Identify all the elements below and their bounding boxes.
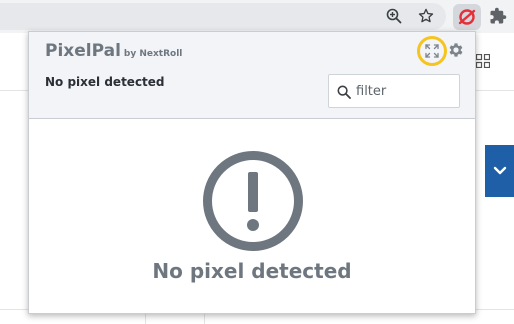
search-icon — [337, 84, 351, 103]
expand-button[interactable] — [417, 36, 447, 66]
expand-icon — [425, 44, 439, 58]
dropdown-button[interactable] — [485, 145, 514, 197]
settings-button[interactable] — [446, 40, 466, 60]
filter-input[interactable] — [356, 81, 454, 101]
address-bar[interactable] — [0, 3, 446, 30]
chevron-down-icon — [493, 166, 506, 175]
popup-header: PixelPal by NextRoll No pixel detected — [29, 32, 475, 119]
grid-icon[interactable] — [475, 53, 491, 72]
star-icon[interactable] — [415, 5, 437, 27]
brand: PixelPal by NextRoll — [45, 41, 182, 61]
filter-field[interactable] — [328, 74, 460, 108]
pixelpal-extension-icon[interactable] — [453, 4, 481, 30]
exclamation-circle-icon — [201, 149, 305, 257]
empty-state: No pixel detected — [29, 119, 475, 313]
brand-byline: by NextRoll — [123, 49, 183, 59]
browser-toolbar — [0, 0, 514, 33]
pixelpal-popup: PixelPal by NextRoll No pixel detected f… — [28, 31, 476, 314]
pixel-status-text: No pixel detected — [45, 75, 165, 89]
brand-name: PixelPal — [45, 41, 121, 61]
empty-state-title: No pixel detected — [152, 259, 352, 283]
puzzle-icon[interactable] — [487, 5, 509, 27]
zoom-icon[interactable] — [383, 5, 405, 27]
gear-icon — [449, 43, 463, 57]
